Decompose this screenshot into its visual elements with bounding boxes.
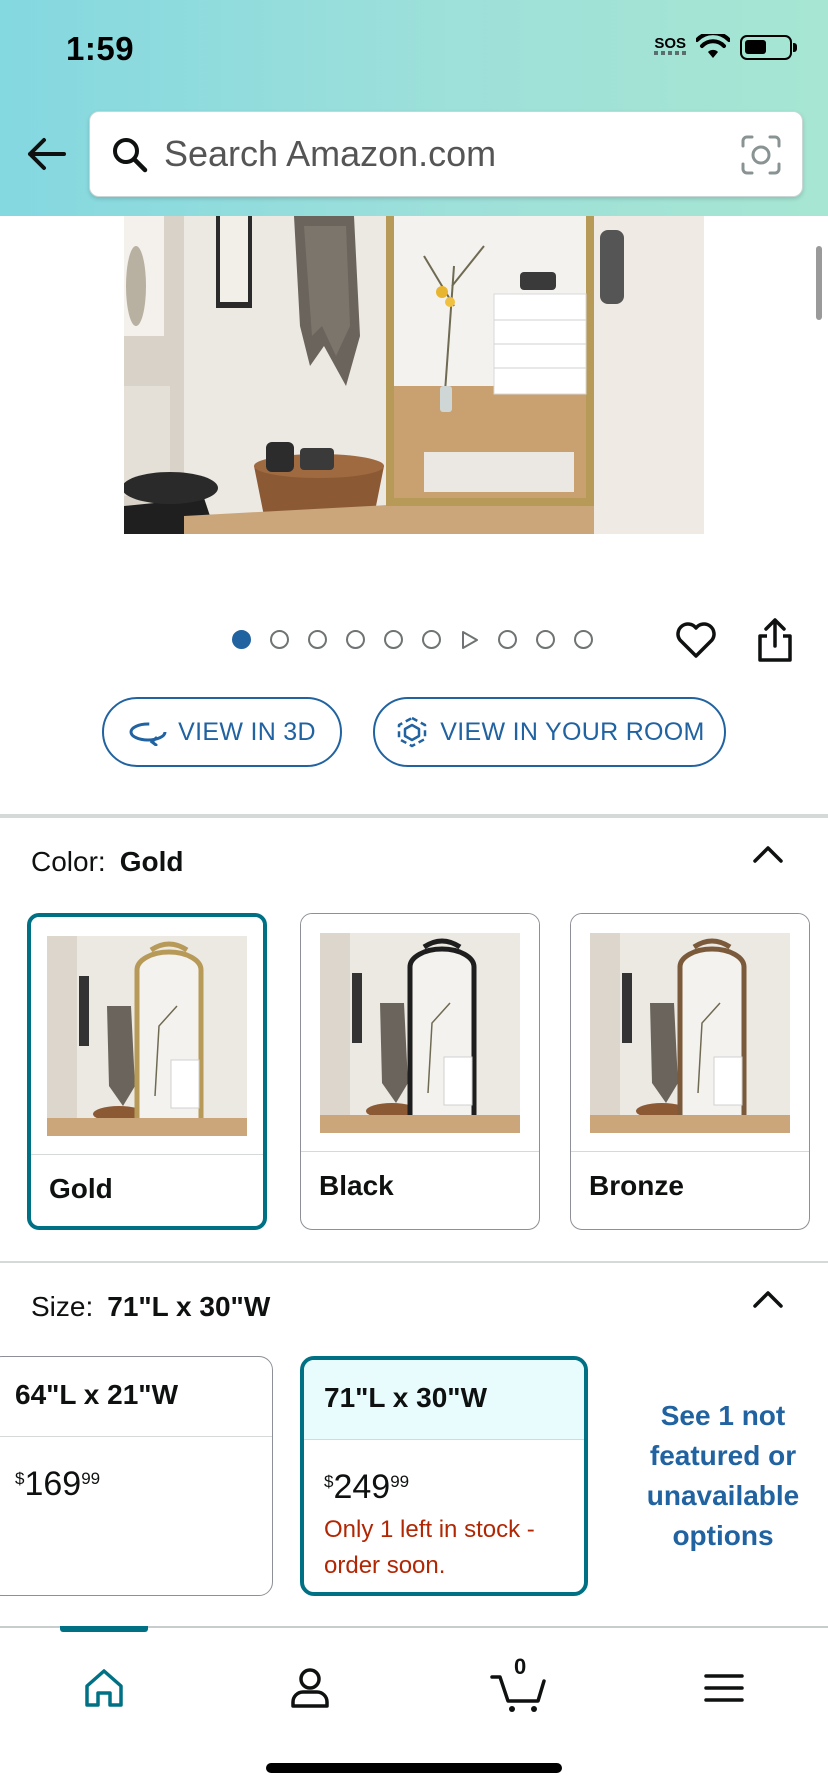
- carousel-dot[interactable]: [308, 630, 327, 649]
- nav-account[interactable]: [280, 1658, 340, 1718]
- home-icon: [85, 1669, 123, 1707]
- carousel-dot-active[interactable]: [232, 630, 251, 649]
- status-icons: SOS: [654, 34, 797, 60]
- section-divider: [0, 1261, 828, 1263]
- view-in-3d-button[interactable]: VIEW IN 3D: [102, 697, 342, 767]
- view-in-your-room-label: VIEW IN YOUR ROOM: [440, 717, 705, 746]
- swatch-label: Gold: [49, 1173, 113, 1204]
- size-label: Size:: [31, 1291, 94, 1322]
- account-icon: [291, 1668, 329, 1708]
- nav-menu[interactable]: [694, 1658, 754, 1718]
- carousel-dot[interactable]: [574, 630, 593, 649]
- nav-cart[interactable]: 0: [488, 1654, 548, 1718]
- size-section-header: Size: 71"L x 30"W: [31, 1291, 270, 1323]
- cart-count-badge: 0: [514, 1654, 527, 1679]
- carousel-dot[interactable]: [422, 630, 441, 649]
- carousel-dot[interactable]: [498, 630, 517, 649]
- chevron-up-icon[interactable]: [752, 844, 784, 864]
- color-swatch-gold[interactable]: Gold: [27, 913, 267, 1230]
- carousel-dot[interactable]: [384, 630, 403, 649]
- search-bar[interactable]: [89, 111, 803, 197]
- color-section-header: Color: Gold: [31, 846, 183, 878]
- battery-icon: [740, 34, 797, 60]
- color-label: Color:: [31, 846, 106, 877]
- search-input[interactable]: [164, 132, 724, 176]
- product-main-image[interactable]: [124, 216, 704, 534]
- size-option-price: $24999: [324, 1468, 410, 1506]
- see-unavailable-options-link[interactable]: See 1 not featured or unavailable option…: [628, 1396, 818, 1556]
- size-option-price: $16999: [15, 1465, 101, 1503]
- search-icon: [113, 138, 148, 173]
- size-option-label: 64"L x 21"W: [0, 1357, 272, 1437]
- scrollbar[interactable]: [816, 246, 822, 320]
- stock-warning: Only 1 left in stock - order soon.: [324, 1516, 535, 1579]
- swatch-image: [571, 914, 809, 1152]
- swatch-image: [31, 917, 263, 1155]
- camera-scan-icon[interactable]: [740, 134, 782, 176]
- view-in-your-room-button[interactable]: VIEW IN YOUR ROOM: [373, 697, 726, 767]
- carousel-dot[interactable]: [270, 630, 289, 649]
- color-swatch-bronze[interactable]: Bronze: [570, 913, 810, 1230]
- menu-icon: [704, 1674, 744, 1702]
- ar-cube-icon: [398, 716, 427, 748]
- app-header: 1:59 SOS: [0, 0, 828, 216]
- home-indicator-bar[interactable]: [266, 1763, 562, 1773]
- size-option-64x21[interactable]: 64"L x 21"W $16999: [0, 1356, 273, 1596]
- wifi-icon: [696, 34, 730, 58]
- size-option-label: 71"L x 30"W: [304, 1360, 584, 1440]
- swatch-label: Black: [319, 1170, 394, 1201]
- rotate-3d-icon: [129, 722, 167, 746]
- color-selected-value: Gold: [119, 846, 184, 877]
- nav-home[interactable]: [74, 1658, 134, 1718]
- view-in-3d-label: VIEW IN 3D: [178, 717, 316, 746]
- color-swatch-black[interactable]: Black: [300, 913, 540, 1230]
- image-carousel-dots[interactable]: [232, 630, 612, 649]
- carousel-dot[interactable]: [346, 630, 365, 649]
- chevron-up-icon[interactable]: [752, 1289, 784, 1309]
- carousel-dot[interactable]: [536, 630, 555, 649]
- size-selected-value: 71"L x 30"W: [107, 1291, 271, 1322]
- swatch-label: Bronze: [589, 1170, 684, 1201]
- back-arrow-icon[interactable]: [24, 134, 68, 174]
- share-icon[interactable]: [756, 616, 794, 664]
- section-divider: [0, 814, 828, 818]
- heart-icon[interactable]: [674, 618, 718, 662]
- status-time: 1:59: [66, 30, 135, 67]
- active-tab-indicator: [60, 1626, 148, 1632]
- sos-indicator: SOS: [654, 35, 689, 55]
- swatch-image: [301, 914, 539, 1152]
- size-option-71x30[interactable]: 71"L x 30"W $24999 Only 1 left in stock …: [300, 1356, 588, 1596]
